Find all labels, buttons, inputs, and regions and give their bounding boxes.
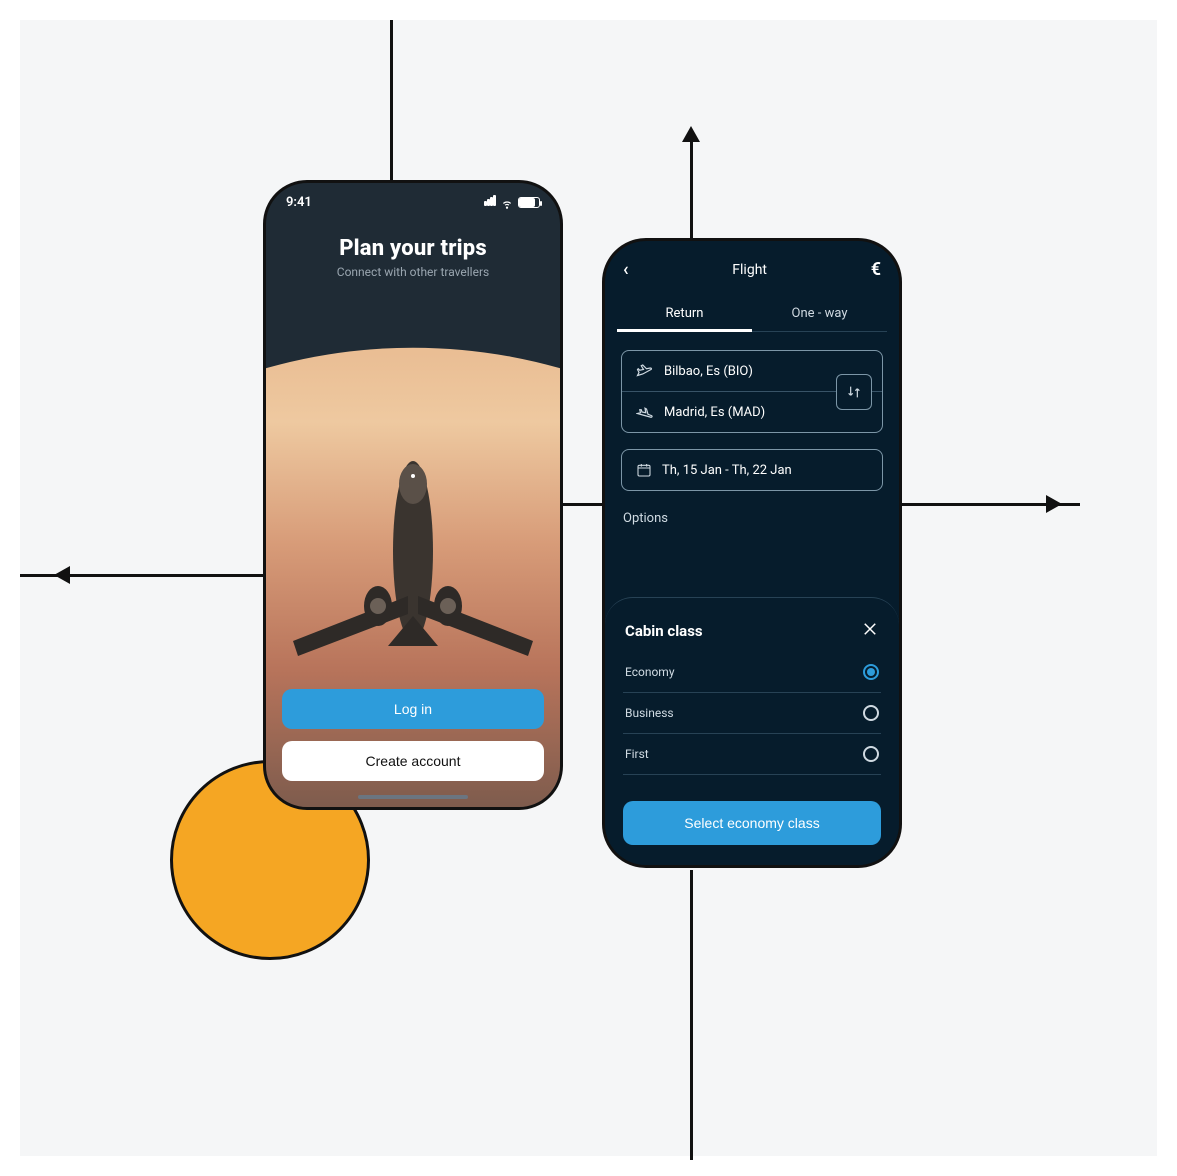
options-label: Options (605, 495, 899, 532)
screen-title: Flight (732, 262, 767, 278)
create-account-button[interactable]: Create account (282, 741, 544, 781)
hero: Plan your trips Connect with other trave… (266, 210, 560, 279)
close-icon (861, 620, 879, 638)
dates-value: Th, 15 Jan - Th, 22 Jan (662, 463, 792, 478)
status-icons (484, 195, 540, 210)
cabin-option-label: Business (625, 706, 674, 720)
phone-welcome: 9:41 Plan your trips Connect with other … (263, 180, 563, 810)
signal-icon (484, 195, 496, 210)
trip-type-tabs: Return One - way (617, 296, 887, 332)
destination-value: Madrid, Es (MAD) (664, 405, 765, 420)
close-button[interactable] (861, 620, 879, 642)
back-button[interactable]: ‹ (623, 259, 629, 280)
axis-segment (690, 140, 693, 240)
auth-buttons: Log in Create account (282, 689, 544, 781)
radio-selected-icon (863, 664, 879, 680)
phone-flight: ‹ Flight € Return One - way Bilbao, Es (… (602, 238, 902, 868)
currency-button[interactable]: € (871, 259, 881, 280)
arrow-up-icon (682, 126, 700, 142)
plane-takeoff-icon (636, 362, 654, 380)
axis-segment (690, 870, 693, 1160)
battery-icon (518, 197, 540, 208)
home-indicator (358, 795, 468, 799)
select-class-button[interactable]: Select economy class (623, 801, 881, 845)
wifi-icon (500, 196, 514, 210)
tab-return[interactable]: Return (617, 296, 752, 331)
dates-box[interactable]: Th, 15 Jan - Th, 22 Jan (621, 449, 883, 491)
cabin-option-label: First (625, 747, 649, 761)
login-button[interactable]: Log in (282, 689, 544, 729)
search-form: Bilbao, Es (BIO) Madrid, Es (MAD) Th, 15… (605, 332, 899, 495)
cabin-option-first[interactable]: First (623, 734, 881, 775)
cabin-class-sheet: Cabin class Economy Business First Selec… (605, 597, 899, 865)
airports-box: Bilbao, Es (BIO) Madrid, Es (MAD) (621, 350, 883, 433)
top-bar: ‹ Flight € (605, 241, 899, 290)
cabin-option-business[interactable]: Business (623, 693, 881, 734)
calendar-icon (636, 462, 652, 478)
stage: 9:41 Plan your trips Connect with other … (20, 20, 1157, 1156)
radio-icon (863, 746, 879, 762)
status-bar: 9:41 (266, 183, 560, 210)
axis-segment (390, 20, 393, 190)
cabin-option-economy[interactable]: Economy (623, 652, 881, 693)
axis-segment (560, 503, 605, 506)
origin-value: Bilbao, Es (BIO) (664, 364, 753, 379)
radio-icon (863, 705, 879, 721)
arrow-left-icon (54, 566, 70, 584)
tab-oneway[interactable]: One - way (752, 296, 887, 331)
sheet-title: Cabin class (625, 622, 703, 640)
plane-landing-icon (636, 403, 654, 421)
status-time: 9:41 (286, 195, 312, 210)
welcome-subtitle: Connect with other travellers (282, 265, 544, 279)
swap-icon (846, 384, 862, 400)
airplane-icon (288, 446, 538, 676)
hero-image: Log in Create account (266, 333, 560, 807)
welcome-title: Plan your trips (282, 236, 544, 261)
swap-button[interactable] (836, 374, 872, 410)
arrow-right-icon (1046, 495, 1062, 513)
cabin-option-label: Economy (625, 665, 675, 679)
